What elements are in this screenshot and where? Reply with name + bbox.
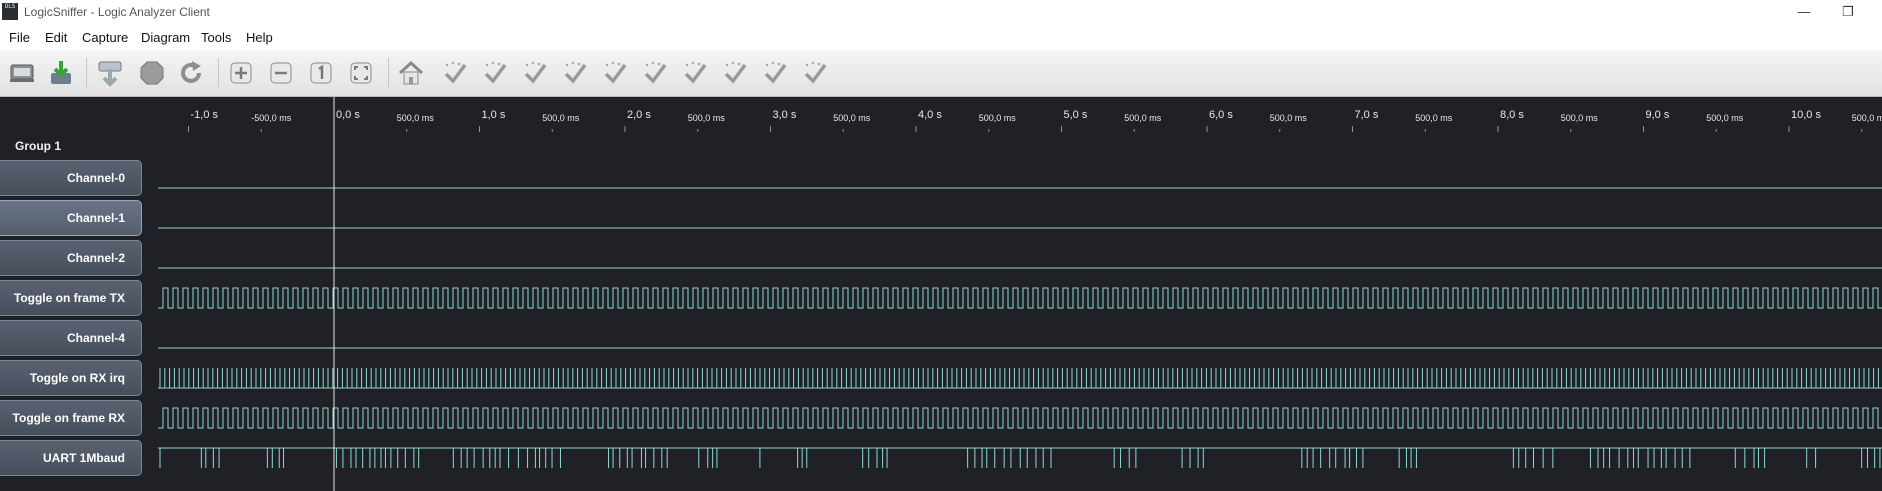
channel-label[interactable]: Channel-0: [0, 160, 142, 196]
stop-icon[interactable]: [137, 58, 167, 88]
channel-trace: [158, 287, 1882, 309]
channel-name: Channel-1: [66, 211, 125, 225]
channel-name: Channel-2: [66, 251, 125, 265]
menu-tools[interactable]: Tools: [201, 30, 231, 45]
minimize-button[interactable]: —: [1784, 2, 1824, 22]
repeat-capture-icon[interactable]: [46, 58, 76, 88]
channel-trace: [158, 447, 1882, 468]
channel-name: Toggle on RX irq: [29, 371, 125, 385]
marker-5-icon[interactable]: [600, 58, 630, 88]
window-title: LogicSniffer - Logic Analyzer Client: [24, 5, 210, 19]
capture-device-icon[interactable]: [7, 58, 37, 88]
menu-diagram[interactable]: Diagram: [141, 30, 190, 45]
marker-2-icon[interactable]: [480, 58, 510, 88]
channel-name: Toggle on frame TX: [13, 291, 125, 305]
channel-label[interactable]: Channel-1: [0, 200, 142, 236]
channel-name: Channel-4: [66, 331, 125, 345]
channel-name: UART 1Mbaud: [43, 451, 125, 465]
marker-7-icon[interactable]: [680, 58, 710, 88]
channel-label[interactable]: Toggle on frame TX: [0, 280, 142, 316]
restore-button[interactable]: ❐: [1828, 2, 1868, 22]
home-icon[interactable]: [396, 58, 426, 88]
channel-label[interactable]: Channel-4: [0, 320, 142, 356]
app-logo-icon: OLS: [2, 3, 18, 20]
marker-9-icon[interactable]: [760, 58, 790, 88]
channel-name: Channel-0: [66, 171, 125, 185]
export-icon[interactable]: [95, 58, 125, 88]
menu-capture[interactable]: Capture: [82, 30, 128, 45]
marker-4-icon[interactable]: [560, 58, 590, 88]
marker-3-icon[interactable]: [520, 58, 550, 88]
refresh-icon[interactable]: [176, 58, 206, 88]
marker-6-icon[interactable]: [640, 58, 670, 88]
channel-name: Toggle on frame RX: [12, 411, 125, 425]
zoom-all-icon[interactable]: [346, 58, 376, 88]
toolbar: [0, 50, 1882, 97]
zoom-out-icon[interactable]: [266, 58, 296, 88]
zoom-original-icon[interactable]: [306, 58, 336, 88]
title-bar: OLS LogicSniffer - Logic Analyzer Client…: [0, 0, 1882, 24]
channel-label[interactable]: Toggle on RX irq: [0, 360, 142, 396]
marker-1-icon[interactable]: [440, 58, 470, 88]
signal-traces[interactable]: [0, 97, 1882, 491]
marker-8-icon[interactable]: [720, 58, 750, 88]
channel-label[interactable]: Toggle on frame RX: [0, 400, 142, 436]
menu-help[interactable]: Help: [246, 30, 273, 45]
zoom-in-icon[interactable]: [226, 58, 256, 88]
menu-edit[interactable]: Edit: [45, 30, 67, 45]
marker-10-icon[interactable]: [800, 58, 830, 88]
signal-diagram[interactable]: -1,0 s 0,0 s 1,0 s 2,0 s 3,0 s 4,0 s 5,0 s 6,0 …: [0, 97, 1882, 491]
channel-label[interactable]: UART 1Mbaud: [0, 440, 142, 476]
channel-label[interactable]: Channel-2: [0, 240, 142, 276]
menu-file[interactable]: File: [9, 30, 30, 45]
menu-bar: File Edit Capture Diagram Tools Help: [0, 24, 1882, 50]
channel-trace: [158, 407, 1882, 429]
channel-trace: [158, 368, 1882, 389]
